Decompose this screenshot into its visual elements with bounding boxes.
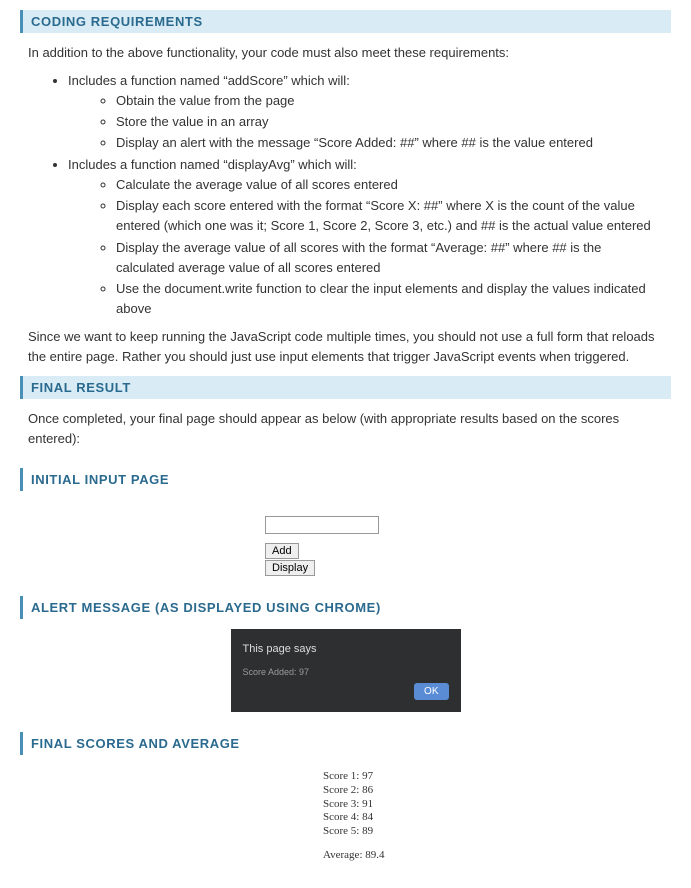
- req2-item-1: Display each score entered with the form…: [116, 196, 663, 236]
- alert-dialog: This page says Score Added: 97 OK: [231, 629, 461, 712]
- req2-item-2: Display the average value of all scores …: [116, 238, 663, 278]
- score-line-2: Score 3: 91: [323, 798, 671, 812]
- initial-input-header: INITIAL INPUT PAGE: [20, 468, 671, 491]
- req2-item-3: Use the document.write function to clear…: [116, 279, 663, 319]
- score-line-4: Score 5: 89: [323, 825, 671, 839]
- alert-message-text: Score Added: 97: [243, 667, 449, 677]
- coding-requirements-header: CODING REQUIREMENTS: [20, 10, 671, 33]
- req2-item-0: Calculate the average value of all score…: [116, 175, 663, 195]
- intro-text: In addition to the above functionality, …: [28, 43, 663, 63]
- score-line-0: Score 1: 97: [323, 770, 671, 784]
- req1-item-1: Store the value in an array: [116, 112, 663, 132]
- requirements-list: Includes a function named “addScore” whi…: [28, 71, 663, 320]
- final-desc: Once completed, your final page should a…: [28, 409, 663, 448]
- alert-header: ALERT MESSAGE (AS DISPLAYED USING CHROME…: [20, 596, 671, 619]
- since-text: Since we want to keep running the JavaSc…: [28, 327, 663, 366]
- req2-lead: Includes a function named “displayAvg” w…: [68, 157, 357, 172]
- score-line-3: Score 4: 84: [323, 811, 671, 825]
- final-result-header: FINAL RESULT: [20, 376, 671, 399]
- alert-title: This page says: [243, 643, 449, 655]
- req1-item-0: Obtain the value from the page: [116, 91, 663, 111]
- scores-output: Score 1: 97 Score 2: 86 Score 3: 91 Scor…: [323, 770, 671, 863]
- score-input[interactable]: [265, 516, 379, 534]
- final-scores-header: FINAL SCORES AND AVERAGE: [20, 732, 671, 755]
- add-button[interactable]: Add: [265, 543, 299, 559]
- average-line: Average: 89.4: [323, 849, 671, 863]
- alert-ok-button[interactable]: OK: [414, 683, 448, 700]
- req1-item-2: Display an alert with the message “Score…: [116, 133, 663, 153]
- req1-lead: Includes a function named “addScore” whi…: [68, 73, 350, 88]
- display-button[interactable]: Display: [265, 560, 315, 576]
- input-demo-area: Add Display: [265, 516, 671, 576]
- score-line-1: Score 2: 86: [323, 784, 671, 798]
